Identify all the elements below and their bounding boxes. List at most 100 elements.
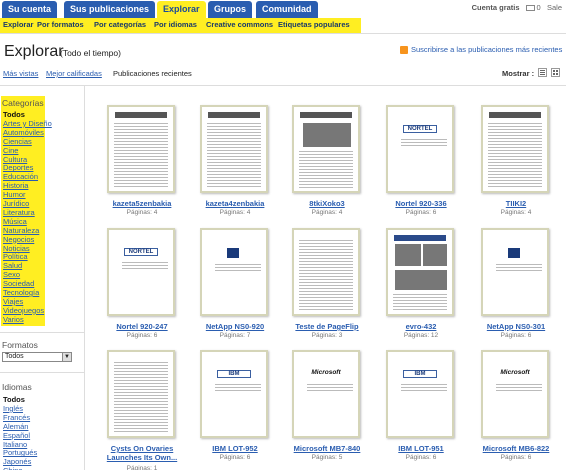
category-juridico[interactable]: Jurídico: [3, 199, 29, 208]
document-title[interactable]: TIIKI2: [471, 199, 561, 208]
subscribe-link[interactable]: Suscribirse a las publicaciones más reci…: [411, 45, 562, 54]
language-aleman[interactable]: Alemán: [3, 422, 28, 431]
document-thumbnail[interactable]: NORTEL: [107, 228, 175, 316]
category-todos[interactable]: Todos: [3, 110, 25, 119]
list-view-icon[interactable]: [538, 68, 547, 77]
category-noticias[interactable]: Noticias: [3, 244, 30, 253]
document-card[interactable]: Teste de PageFlip Páginas: 3: [292, 228, 382, 363]
category-tecnologia[interactable]: Tecnología: [3, 288, 39, 297]
document-title[interactable]: IBM LOT-952: [190, 444, 280, 453]
document-thumbnail[interactable]: [481, 228, 549, 316]
subnav-etiquetas-populares[interactable]: Etiquetas populares: [278, 20, 350, 29]
document-thumbnail[interactable]: IBM: [200, 350, 268, 438]
document-thumbnail[interactable]: [200, 105, 268, 193]
view-recent[interactable]: Publicaciones recientes: [113, 69, 192, 78]
tab-su-cuenta[interactable]: Su cuenta: [2, 1, 58, 18]
language-chino[interactable]: Chino: [3, 466, 23, 470]
document-card[interactable]: IBM IBM LOT-952 Páginas: 6: [200, 350, 290, 470]
tab-comunidad[interactable]: Comunidad: [256, 1, 318, 18]
language-todos[interactable]: Todos: [3, 395, 25, 404]
view-most-viewed[interactable]: Más vistas: [3, 69, 38, 78]
tab-grupos[interactable]: Grupos: [208, 1, 253, 18]
category-cine[interactable]: Cine: [3, 146, 18, 155]
document-title[interactable]: Nortel 920-247: [97, 322, 187, 331]
language-japones[interactable]: Japonés: [3, 457, 31, 466]
document-thumbnail[interactable]: Microsoft: [481, 350, 549, 438]
document-thumbnail[interactable]: [107, 350, 175, 438]
document-title[interactable]: 8tkiXoko3: [282, 199, 372, 208]
language-frances[interactable]: Francés: [3, 413, 30, 422]
category-naturaleza[interactable]: Naturaleza: [3, 226, 39, 235]
category-musica[interactable]: Música: [3, 217, 27, 226]
document-card[interactable]: Microsoft Microsoft MB6-822 Páginas: 6: [481, 350, 566, 470]
document-thumbnail[interactable]: IBM: [386, 350, 454, 438]
language-portugues[interactable]: Portugués: [3, 448, 37, 457]
rss-icon[interactable]: [400, 46, 408, 54]
document-title[interactable]: evro-432: [376, 322, 466, 331]
document-title[interactable]: kazeta4zenbakia: [190, 199, 280, 208]
document-title[interactable]: Microsoft MB6-822: [471, 444, 561, 453]
category-educacion[interactable]: Educación: [3, 172, 38, 181]
document-thumbnail[interactable]: [292, 228, 360, 316]
subnav-explorar[interactable]: Explorar: [3, 20, 33, 29]
document-card[interactable]: Microsoft Microsoft MB7-840 Páginas: 5: [292, 350, 382, 470]
category-videojuegos[interactable]: Videojuegos: [3, 306, 44, 315]
document-title[interactable]: Microsoft MB7-840: [282, 444, 372, 453]
account-link[interactable]: Cuenta gratis: [472, 3, 520, 12]
category-politica[interactable]: Política: [3, 252, 28, 261]
document-title[interactable]: Teste de PageFlip: [282, 322, 372, 331]
category-varios[interactable]: Varios: [3, 315, 24, 324]
document-thumbnail[interactable]: Microsoft: [292, 350, 360, 438]
document-card[interactable]: kazeta4zenbakia Páginas: 4: [200, 105, 290, 240]
document-title[interactable]: IBM LOT-951: [376, 444, 466, 453]
category-ciencias[interactable]: Ciencias: [3, 137, 32, 146]
category-automoviles[interactable]: Automóviles: [3, 128, 44, 137]
document-card[interactable]: Cysts On Ovaries Launches Its Own... Pági…: [107, 350, 197, 470]
subnav-por-idiomas[interactable]: Por idiomas: [154, 20, 197, 29]
category-negocios[interactable]: Negocios: [3, 235, 34, 244]
category-sexo[interactable]: Sexo: [3, 270, 20, 279]
category-deportes[interactable]: Deportes: [3, 163, 33, 172]
subnav-por-formatos[interactable]: Por formatos: [37, 20, 84, 29]
view-best-rated[interactable]: Mejor calificadas: [46, 69, 102, 78]
document-card[interactable]: NORTEL Nortel 920-247 Páginas: 6: [107, 228, 197, 363]
document-card[interactable]: NetApp NS0-301 Páginas: 6: [481, 228, 566, 363]
document-card[interactable]: NORTEL Nortel 920-336 Páginas: 6: [386, 105, 476, 240]
document-card[interactable]: evro-432 Páginas: 12: [386, 228, 476, 363]
document-card[interactable]: 8tkiXoko3 Páginas: 4: [292, 105, 382, 240]
category-viajes[interactable]: Viajes: [3, 297, 23, 306]
document-card[interactable]: IBM IBM LOT-951 Páginas: 6: [386, 350, 476, 470]
category-literatura[interactable]: Literatura: [3, 208, 35, 217]
document-title[interactable]: NetApp NS0-301: [471, 322, 561, 331]
document-card[interactable]: TIIKI2 Páginas: 4: [481, 105, 566, 240]
document-thumbnail[interactable]: [107, 105, 175, 193]
category-historia[interactable]: Historia: [3, 181, 28, 190]
document-thumbnail[interactable]: NORTEL: [386, 105, 454, 193]
document-title[interactable]: Cysts On Ovaries Launches Its Own...: [97, 444, 187, 462]
category-sociedad[interactable]: Sociedad: [3, 279, 34, 288]
document-card[interactable]: kazeta5zenbakia Páginas: 4: [107, 105, 197, 240]
tab-sus-publicaciones[interactable]: Sus publicaciones: [64, 1, 156, 18]
document-thumbnail[interactable]: [292, 105, 360, 193]
document-thumbnail[interactable]: [200, 228, 268, 316]
document-card[interactable]: NetApp NS0-920 Páginas: 7: [200, 228, 290, 363]
tab-explorar[interactable]: Explorar: [157, 1, 206, 18]
format-select[interactable]: Todos ▼: [2, 352, 72, 362]
document-title[interactable]: Nortel 920-336: [376, 199, 466, 208]
document-thumbnail[interactable]: [386, 228, 454, 316]
grid-view-icon[interactable]: [551, 68, 560, 77]
document-title[interactable]: NetApp NS0-920: [190, 322, 280, 331]
document-thumbnail[interactable]: [481, 105, 549, 193]
category-humor[interactable]: Humor: [3, 190, 26, 199]
document-title[interactable]: kazeta5zenbakia: [97, 199, 187, 208]
subnav-por-categorias[interactable]: Por categorías: [94, 20, 146, 29]
language-italiano[interactable]: Italiano: [3, 440, 27, 449]
subnav-creative-commons[interactable]: Creative commons: [206, 20, 273, 29]
category-artes-y-diseno[interactable]: Artes y Diseño: [3, 119, 52, 128]
mail-icon[interactable]: [525, 5, 535, 11]
logout-link[interactable]: Sale: [547, 3, 562, 12]
category-cultura[interactable]: Cultura: [3, 155, 27, 164]
category-salud[interactable]: Salud: [3, 261, 22, 270]
language-ingles[interactable]: Inglés: [3, 404, 23, 413]
language-espanol[interactable]: Español: [3, 431, 30, 440]
